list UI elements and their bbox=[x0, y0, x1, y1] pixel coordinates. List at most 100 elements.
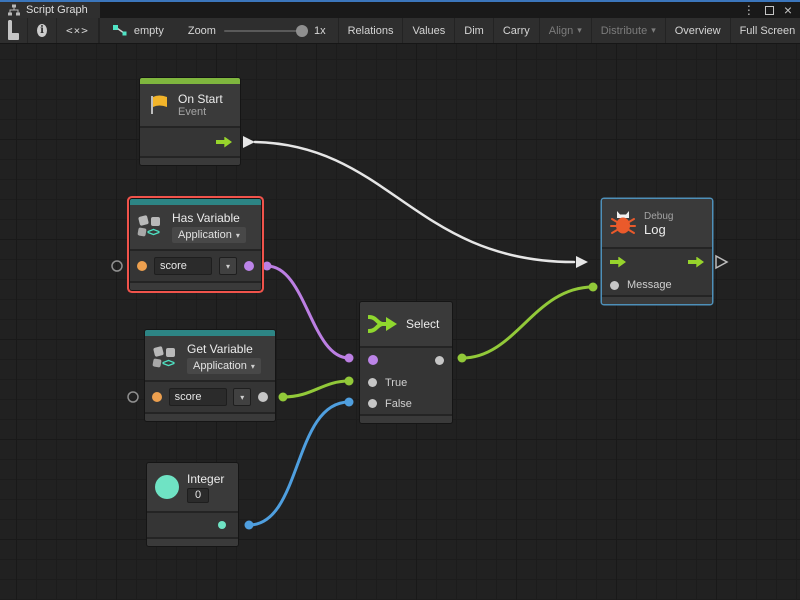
node-header: Select bbox=[360, 302, 452, 346]
node-body bbox=[140, 126, 240, 156]
unconnected-port-circle[interactable] bbox=[128, 392, 138, 402]
inspect-button[interactable]: i bbox=[28, 18, 57, 43]
chevron-down-icon: ▾ bbox=[577, 25, 582, 36]
full-screen-button[interactable]: Full Screen bbox=[731, 18, 800, 43]
selection-output-port[interactable] bbox=[435, 356, 444, 365]
carry-toggle[interactable]: Carry bbox=[494, 18, 540, 43]
zoom-label: Zoom bbox=[188, 25, 216, 37]
node-footer bbox=[360, 414, 452, 423]
graph-canvas[interactable]: On Start Event <> Has Variable Applicati… bbox=[0, 44, 800, 600]
overview-button[interactable]: Overview bbox=[666, 18, 731, 43]
values-toggle[interactable]: Values bbox=[403, 18, 455, 43]
message-input-port[interactable] bbox=[610, 281, 619, 290]
variable-scope-dropdown[interactable]: Application ▾ bbox=[172, 227, 246, 243]
zoom-value: 1x bbox=[314, 25, 326, 37]
info-icon: i bbox=[37, 24, 47, 37]
window-close-icon[interactable]: × bbox=[784, 2, 792, 18]
node-debug-log[interactable]: Debug Log Message bbox=[602, 199, 712, 304]
titlebar: Script Graph ⋮ × bbox=[0, 2, 800, 18]
node-title: On Start bbox=[178, 92, 223, 106]
distribute-label: Distribute bbox=[601, 25, 647, 37]
distribute-dropdown[interactable]: Distribute ▾ bbox=[592, 18, 666, 43]
window-menu-icon[interactable]: ⋮ bbox=[743, 3, 755, 17]
node-footer bbox=[140, 156, 240, 165]
wire-hasvariable-to-select[interactable] bbox=[267, 266, 349, 358]
node-header: On Start Event bbox=[140, 84, 240, 126]
integer-value-field[interactable] bbox=[187, 488, 209, 503]
chevron-down-icon: ▾ bbox=[251, 362, 255, 371]
flow-output-port[interactable] bbox=[688, 257, 704, 268]
flag-icon bbox=[148, 94, 170, 116]
variable-name-input-port[interactable] bbox=[152, 392, 162, 402]
zoom-slider[interactable] bbox=[224, 30, 306, 32]
node-title: Log bbox=[644, 223, 673, 237]
select-merge-icon bbox=[368, 313, 398, 335]
unconnected-port-circle[interactable] bbox=[112, 261, 122, 271]
node-title: Select bbox=[406, 317, 439, 331]
true-input-port[interactable] bbox=[368, 378, 377, 387]
dim-toggle[interactable]: Dim bbox=[455, 18, 494, 43]
tab-script-graph[interactable]: Script Graph bbox=[0, 2, 100, 18]
boolean-output-port[interactable] bbox=[244, 261, 254, 271]
window-maximize-icon[interactable] bbox=[765, 6, 774, 15]
wire-select-to-log-message[interactable] bbox=[462, 287, 593, 358]
chevron-down-icon: ▾ bbox=[240, 393, 244, 402]
wire-end-dot bbox=[345, 377, 354, 386]
variable-name-dropdown-button[interactable]: ▾ bbox=[233, 388, 251, 406]
lock-button[interactable] bbox=[0, 18, 28, 43]
variable-scope-dropdown[interactable]: Application ▾ bbox=[187, 358, 261, 374]
node-body: Message bbox=[602, 247, 712, 295]
tab-title: Script Graph bbox=[26, 4, 88, 16]
node-header: Integer bbox=[147, 463, 238, 511]
unconnected-flow-triangle[interactable] bbox=[716, 256, 727, 268]
variable-name-input-port[interactable] bbox=[137, 261, 147, 271]
node-on-start[interactable]: On Start Event bbox=[140, 78, 240, 165]
relations-toggle[interactable]: Relations bbox=[338, 18, 404, 43]
flow-dest-arrowhead bbox=[576, 256, 588, 268]
wire-end-dot bbox=[458, 354, 467, 363]
wire-flow-onstart-to-log[interactable] bbox=[255, 142, 574, 262]
lock-icon bbox=[8, 22, 19, 40]
node-body: True False bbox=[360, 346, 452, 414]
integer-output-port[interactable] bbox=[218, 521, 226, 529]
false-input-port[interactable] bbox=[368, 399, 377, 408]
false-port-label: False bbox=[385, 398, 412, 410]
full-screen-label: Full Screen bbox=[740, 25, 796, 37]
message-port-label: Message bbox=[627, 279, 672, 291]
flow-output-port[interactable] bbox=[216, 137, 232, 148]
zoom-control: Zoom 1x bbox=[176, 18, 338, 43]
graph-pointer-icon bbox=[112, 24, 128, 37]
node-get-variable[interactable]: <> Get Variable Application ▾ ▾ bbox=[145, 330, 275, 421]
node-footer bbox=[147, 537, 238, 546]
node-select[interactable]: Select True False bbox=[360, 302, 452, 423]
unity-script-graph-window: { "window": { "tab_title": "Script Graph… bbox=[0, 0, 800, 600]
variable-name-field[interactable] bbox=[154, 257, 212, 275]
node-integer[interactable]: Integer bbox=[147, 463, 238, 546]
wire-end-dot bbox=[345, 354, 354, 363]
variable-name-field[interactable] bbox=[169, 388, 227, 406]
node-has-variable[interactable]: <> Has Variable Application ▾ ▾ bbox=[130, 199, 261, 290]
node-title: Integer bbox=[187, 472, 224, 486]
variable-name-dropdown-button[interactable]: ▾ bbox=[219, 257, 237, 275]
wire-end-dot bbox=[589, 283, 598, 292]
wire-end-dot bbox=[345, 398, 354, 407]
true-port-label: True bbox=[385, 377, 407, 389]
wire-getvariable-to-select-true[interactable] bbox=[283, 381, 349, 397]
condition-input-port[interactable] bbox=[368, 355, 378, 365]
align-dropdown[interactable]: Align ▾ bbox=[540, 18, 592, 43]
value-output-port[interactable] bbox=[258, 392, 268, 402]
code-preview-button[interactable]: <×> bbox=[57, 18, 99, 43]
carry-label: Carry bbox=[503, 25, 530, 37]
dim-label: Dim bbox=[464, 25, 484, 37]
graph-breadcrumb[interactable]: empty bbox=[100, 18, 176, 43]
graph-toolbar: i <×> empty Zoom 1x Relations Values Dim… bbox=[0, 18, 800, 44]
wire-end-dot bbox=[245, 521, 254, 530]
bug-icon bbox=[610, 210, 636, 236]
flow-input-port[interactable] bbox=[610, 257, 626, 268]
zoom-slider-handle[interactable] bbox=[296, 25, 308, 37]
variables-icon: <> bbox=[153, 346, 179, 370]
breadcrumb-label: empty bbox=[134, 25, 164, 37]
scope-label: Application bbox=[178, 229, 232, 241]
node-title: Has Variable bbox=[172, 211, 246, 225]
scope-label: Application bbox=[193, 360, 247, 372]
